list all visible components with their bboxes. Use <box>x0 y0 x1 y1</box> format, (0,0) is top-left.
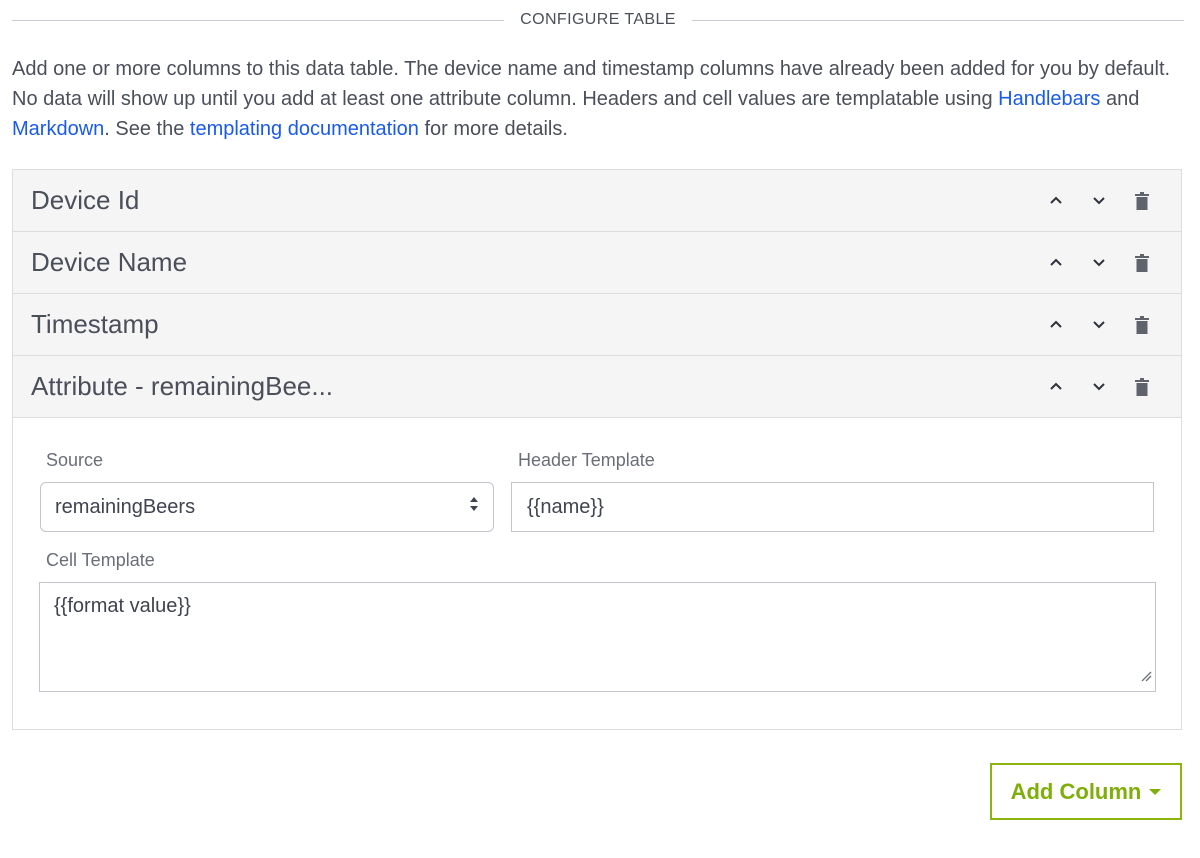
column-actions <box>1034 181 1163 221</box>
trash-icon[interactable] <box>1120 181 1163 221</box>
chevron-up-icon[interactable] <box>1034 243 1077 283</box>
column-actions <box>1034 305 1163 345</box>
trash-icon[interactable] <box>1120 243 1163 283</box>
cell-template-label: Cell Template <box>46 550 155 570</box>
section-title: CONFIGURE TABLE <box>520 11 676 28</box>
chevron-up-icon[interactable] <box>1034 305 1077 345</box>
cell-template-value: {{format value}} <box>54 595 191 617</box>
chevron-down-icon[interactable] <box>1077 243 1120 283</box>
column-row-device-id[interactable]: Device Id <box>13 170 1181 232</box>
chevron-down-icon[interactable] <box>1077 305 1120 345</box>
column-row-device-name[interactable]: Device Name <box>13 232 1181 294</box>
column-name: Device Id <box>31 185 140 215</box>
resize-grip-icon[interactable] <box>1140 665 1152 688</box>
intro-part-4: for more details. <box>418 118 568 140</box>
header-template-input[interactable]: {{name}} <box>511 482 1154 532</box>
add-column-button[interactable]: Add Column <box>990 763 1182 820</box>
column-editor: Source Header Template remainingBeers {{… <box>13 418 1181 730</box>
intro-part-3: . See the <box>104 118 190 140</box>
chevron-down-icon[interactable] <box>1077 367 1120 407</box>
header-template-label: Header Template <box>518 450 655 470</box>
caret-down-icon <box>1149 788 1162 795</box>
source-label: Source <box>46 450 104 470</box>
column-actions <box>1034 367 1163 407</box>
intro-text: Add one or more columns to this data tab… <box>12 54 1182 144</box>
select-arrows-icon <box>469 495 479 519</box>
markdown-link[interactable]: Markdown <box>12 118 104 140</box>
column-row-timestamp[interactable]: Timestamp <box>13 294 1181 356</box>
trash-icon[interactable] <box>1120 367 1163 407</box>
column-name: Device Name <box>31 247 188 277</box>
column-row-attribute[interactable]: Attribute - remainingBee... <box>13 356 1181 418</box>
cell-template-textarea[interactable]: {{format value}} <box>39 582 1156 692</box>
column-name: Timestamp <box>31 309 159 339</box>
templating-docs-link[interactable]: templating documentation <box>190 118 419 140</box>
trash-icon[interactable] <box>1120 305 1163 345</box>
intro-part-1: Add one or more columns to this data tab… <box>12 58 1171 110</box>
intro-part-2: and <box>1100 88 1140 110</box>
chevron-down-icon[interactable] <box>1077 181 1120 221</box>
source-select-value: remainingBeers <box>55 495 196 518</box>
source-select[interactable]: remainingBeers <box>40 482 494 532</box>
chevron-up-icon[interactable] <box>1034 181 1077 221</box>
add-column-label: Add Column <box>1010 778 1142 804</box>
chevron-up-icon[interactable] <box>1034 367 1077 407</box>
handlebars-link[interactable]: Handlebars <box>998 88 1100 110</box>
header-rule-left <box>12 19 505 21</box>
header-rule-right <box>691 19 1184 21</box>
column-actions <box>1034 243 1163 283</box>
section-header: CONFIGURE TABLE <box>12 8 1184 32</box>
column-name: Attribute - remainingBee... <box>31 371 334 401</box>
columns-list: Device Id Device Name Timestamp Attribut… <box>12 169 1182 730</box>
